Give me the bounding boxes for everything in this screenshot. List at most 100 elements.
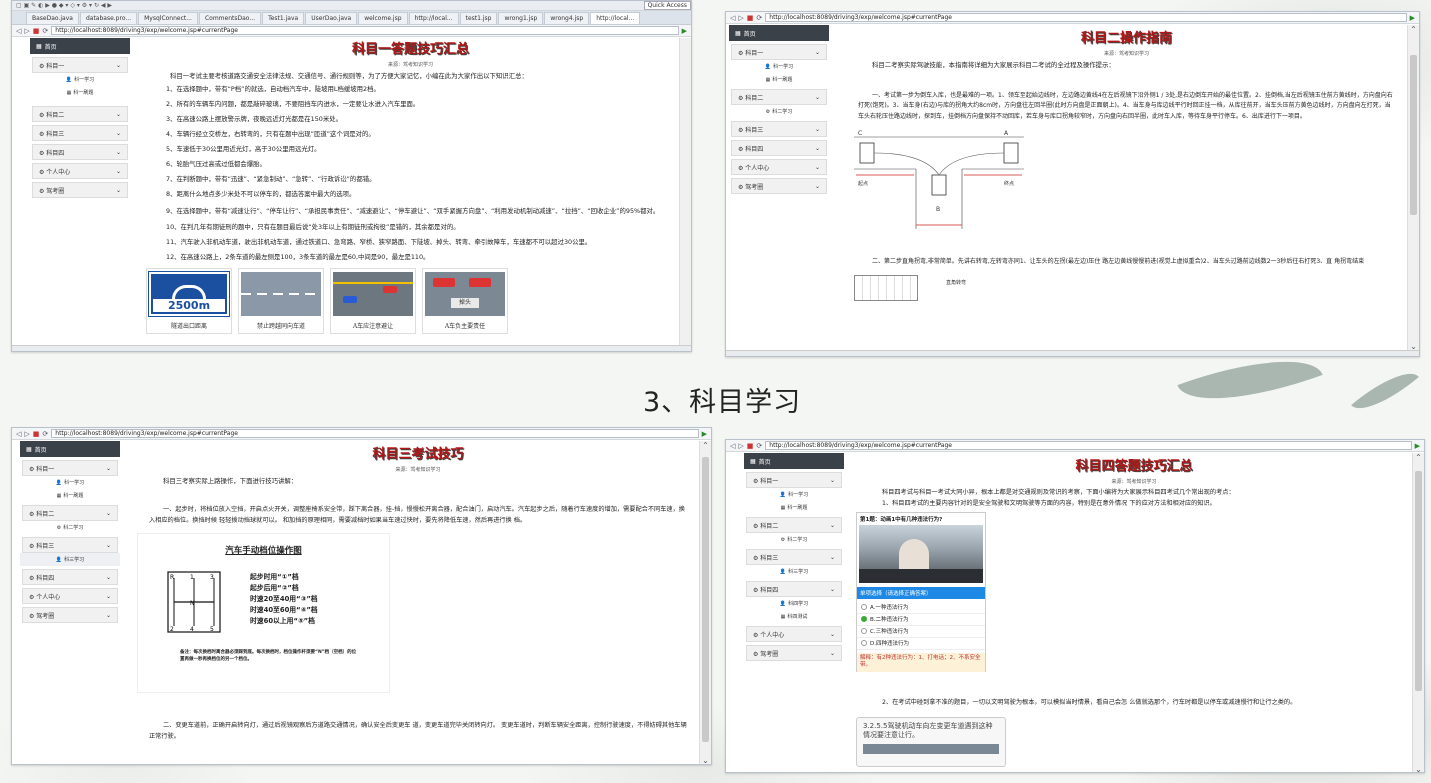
page-title: 科目二操作指南: [1080, 31, 1172, 46]
sidebar-item-subject4[interactable]: ⚙ 科目四 ⌄: [731, 140, 827, 156]
sidebar-sub-study1[interactable]: 👤 科一学习: [729, 60, 829, 73]
forward-icon[interactable]: ▷: [738, 14, 743, 22]
sidebar-sub-study3[interactable]: 👤 科三学习: [744, 565, 844, 578]
back-icon[interactable]: ◁: [16, 430, 21, 438]
back-icon[interactable]: ◁: [16, 27, 21, 35]
editor-tab[interactable]: database.pro...: [79, 12, 138, 24]
stop-icon[interactable]: ■: [33, 430, 40, 438]
go-icon[interactable]: ▶: [1415, 442, 1420, 450]
sidebar-sub-study1[interactable]: 👤 科一学习: [20, 476, 120, 489]
sidebar-item-subject3[interactable]: ⚙ 科目三 ⌄: [731, 121, 827, 137]
editor-tab[interactable]: Test1.java: [262, 12, 305, 24]
scroll-up-icon[interactable]: ⌃: [1413, 453, 1424, 462]
scroll-up-icon[interactable]: ⌃: [1408, 25, 1419, 34]
refresh-icon[interactable]: ⟳: [756, 14, 762, 22]
sidebar-item-profile[interactable]: ⚙ 个人中心 ⌄: [22, 588, 118, 604]
sidebar-item-subject4[interactable]: ⚙ 科目四 ⌄: [32, 144, 128, 160]
sidebar-item-subject3[interactable]: ⚙ 科目三 ⌄: [746, 549, 842, 565]
scrollbar[interactable]: ⌃ ⌄: [1407, 25, 1419, 351]
forward-icon[interactable]: ▷: [24, 430, 29, 438]
sidebar-item-circle[interactable]: ⚙ 驾考圈 ⌄: [731, 178, 827, 194]
sidebar-sub-study3[interactable]: 👤 科三学习: [20, 553, 120, 566]
editor-tab[interactable]: BaseDao.java: [26, 12, 79, 24]
quiz-option[interactable]: C.三种违法行为: [857, 626, 985, 638]
sidebar-item-subject2[interactable]: ⚙ 科目二 ⌄: [22, 505, 118, 521]
editor-tab[interactable]: test1.jsp: [459, 12, 498, 24]
image-card[interactable]: 2500m 隧道出口距离: [146, 268, 232, 335]
scrollbar[interactable]: [679, 38, 691, 345]
sidebar-item-subject3[interactable]: ⚙ 科目三 ⌄: [22, 537, 118, 553]
editor-tab[interactable]: MysqlConnect...: [138, 12, 198, 24]
editor-tab[interactable]: welcome.jsp: [358, 12, 408, 24]
url-input[interactable]: http://localhost:8089/driving3/exp/welco…: [51, 429, 699, 438]
refresh-icon[interactable]: ⟳: [42, 27, 48, 35]
stop-icon[interactable]: ■: [747, 14, 754, 22]
forward-icon[interactable]: ▷: [24, 27, 29, 35]
sidebar-item-subject4[interactable]: ⚙ 科目四 ⌄: [22, 569, 118, 585]
forward-icon[interactable]: ▷: [738, 442, 743, 450]
sidebar-item-subject4[interactable]: ⚙ 科目四 ⌄: [746, 581, 842, 597]
quiz-option[interactable]: A.一种违法行为: [857, 602, 985, 614]
sidebar-item-subject1[interactable]: ⚙ 科目一 ⌄: [731, 44, 827, 60]
sidebar-home[interactable]: ▦ 首页: [20, 441, 120, 457]
sidebar-sub-study1[interactable]: 👤 科一学习: [30, 73, 130, 86]
image-card[interactable]: 禁止跨越同向车道: [238, 268, 324, 335]
sidebar-home[interactable]: ▦ 首页: [744, 453, 844, 469]
sidebar-item-circle[interactable]: ⚙ 驾考圈 ⌄: [746, 645, 842, 661]
back-icon[interactable]: ◁: [730, 442, 735, 450]
stop-icon[interactable]: ■: [747, 442, 754, 450]
sidebar-item-subject2[interactable]: ⚙ 科目二 ⌄: [731, 89, 827, 105]
back-icon[interactable]: ◁: [730, 14, 735, 22]
scroll-down-icon[interactable]: ⌄: [700, 756, 711, 764]
editor-tab[interactable]: http://local...: [590, 12, 641, 24]
sidebar-sub-practice1[interactable]: ▦ 科一刷题: [729, 73, 829, 86]
sidebar-sub-practice1[interactable]: ▦ 科一刷题: [20, 489, 120, 502]
sidebar-item-profile[interactable]: ⚙ 个人中心 ⌄: [746, 626, 842, 642]
sidebar-item-circle[interactable]: ⚙ 驾考圈 ⌄: [22, 607, 118, 623]
sidebar-item-subject2[interactable]: ⚙ 科目二 ⌄: [746, 517, 842, 533]
image-card[interactable]: 掉头 A车负主要责任: [422, 268, 508, 335]
go-icon[interactable]: ▶: [682, 27, 687, 35]
url-input[interactable]: http://localhost:8089/driving3/exp/welco…: [51, 26, 679, 35]
sidebar-sub-study1[interactable]: 👤 科一学习: [744, 488, 844, 501]
image-card[interactable]: A车应注意避让: [330, 268, 416, 335]
stop-icon[interactable]: ■: [33, 27, 40, 35]
sidebar-home[interactable]: ▦ 首页: [30, 38, 130, 54]
scroll-down-icon[interactable]: ⌄: [1413, 765, 1424, 772]
quick-access-box[interactable]: Quick Access: [643, 1, 691, 10]
editor-tab[interactable]: http://local...: [408, 12, 459, 24]
sidebar-sub-study4[interactable]: 👤 科四学习: [744, 597, 844, 610]
sidebar-sub-practice1[interactable]: ▦ 科一刷题: [744, 501, 844, 514]
sidebar-item-circle[interactable]: ⚙ 驾考圈 ⌄: [32, 182, 128, 198]
sidebar-sub-study2[interactable]: ⚙ 科二学习: [729, 105, 829, 118]
toolbar-icons[interactable]: ▢ ▣ ✎ ◐ ▶ ● ◆ ▾ ◇ ▾ ⚙ ▾ ↻ ◀ ▶: [16, 2, 112, 9]
tips-list: 1、在选择题中，带有“P档”的就选，自动档汽车中，陡坡用L档缓坡用2档。 2、所有…: [142, 82, 679, 265]
editor-tab[interactable]: CommentsDao...: [198, 12, 262, 24]
quiz-option[interactable]: B.二种违法行为: [857, 614, 985, 626]
url-input[interactable]: http://localhost:8089/driving3/exp/welco…: [765, 441, 1412, 450]
scroll-up-icon[interactable]: ⌃: [700, 441, 711, 450]
sidebar-item-profile[interactable]: ⚙ 个人中心 ⌄: [32, 163, 128, 179]
scrollbar[interactable]: ⌃ ⌄: [1412, 453, 1424, 772]
refresh-icon[interactable]: ⟳: [42, 430, 48, 438]
sidebar-sub-study2[interactable]: ⚙ 科二学习: [744, 533, 844, 546]
editor-tab[interactable]: wrong1.jsp: [498, 12, 544, 24]
editor-tab[interactable]: UserDao.java: [305, 12, 358, 24]
sidebar-sub-practice1[interactable]: ▦ 科一刷题: [30, 86, 130, 99]
scrollbar[interactable]: ⌃ ⌄: [699, 441, 711, 764]
sidebar-item-subject1[interactable]: ⚙ 科目一 ⌄: [746, 472, 842, 488]
quiz-option[interactable]: D.四种违法行为: [857, 638, 985, 650]
editor-tab[interactable]: wrong4.jsp: [544, 12, 590, 24]
sidebar-sub-test4[interactable]: ▦ 科四测试: [744, 610, 844, 623]
sidebar-home[interactable]: ▦ 首页: [729, 25, 829, 41]
sidebar-item-subject2[interactable]: ⚙ 科目二 ⌄: [32, 106, 128, 122]
url-input[interactable]: http://localhost:8089/driving3/exp/welco…: [765, 13, 1407, 22]
sidebar-item-profile[interactable]: ⚙ 个人中心 ⌄: [731, 159, 827, 175]
sidebar-item-subject3[interactable]: ⚙ 科目三 ⌄: [32, 125, 128, 141]
go-icon[interactable]: ▶: [1410, 14, 1415, 22]
sidebar-item-subject1[interactable]: ⚙ 科目一 ⌄: [22, 460, 118, 476]
sidebar-item-subject1[interactable]: ⚙ 科目一 ⌄: [32, 57, 128, 73]
sidebar-sub-study2[interactable]: ⚙ 科二学习: [20, 521, 120, 534]
refresh-icon[interactable]: ⟳: [756, 442, 762, 450]
go-icon[interactable]: ▶: [702, 430, 707, 438]
